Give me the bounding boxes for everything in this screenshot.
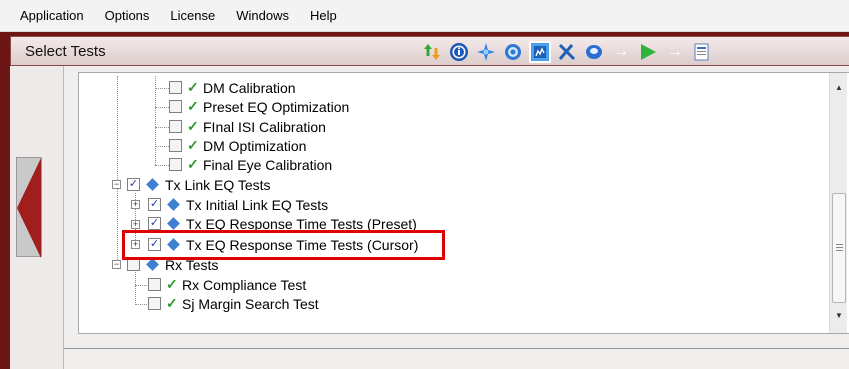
tree-line <box>135 285 147 286</box>
tree-item-rx-compliance[interactable]: ✓ Rx Compliance Test <box>148 275 306 294</box>
checkbox[interactable] <box>148 278 161 291</box>
crosshair-icon[interactable] <box>475 41 497 63</box>
menu-license[interactable]: License <box>170 8 215 23</box>
back-button[interactable] <box>16 157 42 258</box>
tree-item-label: DM Calibration <box>203 79 296 96</box>
diamond-icon <box>167 198 180 211</box>
check-icon: ✓ <box>166 295 178 311</box>
divider <box>64 348 849 349</box>
checkbox[interactable] <box>169 81 182 94</box>
tree-item-final-eye-calibration[interactable]: ✓ Final Eye Calibration <box>169 155 332 174</box>
tree-item-dm-calibration[interactable]: ✓ DM Calibration <box>169 78 296 97</box>
tree-line <box>117 188 118 264</box>
back-arrow-icon <box>17 158 41 258</box>
disc-icon[interactable] <box>583 41 605 63</box>
tree-item-label: Rx Compliance Test <box>182 276 307 293</box>
check-icon: ✓ <box>166 276 178 292</box>
checkbox[interactable] <box>169 100 182 113</box>
tree-item-tx-link-eq-tests[interactable]: ✓ Tx Link EQ Tests <box>127 175 271 194</box>
vertical-scrollbar[interactable]: ▲ ▼ <box>829 73 847 333</box>
gear-icon[interactable] <box>502 41 524 63</box>
tree-item-label: Sj Margin Search Test <box>182 295 319 312</box>
tree-item-tx-initial-link-eq[interactable]: ✓ Tx Initial Link EQ Tests <box>148 195 328 214</box>
run-icon[interactable] <box>637 41 659 63</box>
tree-line <box>135 304 147 305</box>
tree-item-preset-eq-optimization[interactable]: ✓ Preset EQ Optimization <box>169 97 349 116</box>
checkbox[interactable] <box>169 120 182 133</box>
grip-icon <box>836 244 843 251</box>
checkbox[interactable] <box>169 139 182 152</box>
scroll-thumb[interactable] <box>832 193 846 303</box>
check-icon: ✓ <box>187 79 199 95</box>
menu-options[interactable]: Options <box>105 8 150 23</box>
collapse-toggle[interactable]: − <box>112 260 121 269</box>
tree-item-final-isi-calibration[interactable]: ✓ FInal ISI Calibration <box>169 117 326 136</box>
menu-bar: Application Options License Windows Help <box>0 0 849 32</box>
check-icon: ✓ <box>187 118 199 134</box>
panel-title: Select Tests <box>25 43 106 60</box>
tree-line <box>155 127 169 128</box>
scroll-up-arrow-icon[interactable]: ▲ <box>830 79 848 95</box>
tree-line <box>155 146 169 147</box>
results-icon[interactable] <box>529 41 551 63</box>
tree-item-label: DM Optimization <box>203 137 307 154</box>
arrow-right-icon: → <box>613 43 629 60</box>
check-icon: ✓ <box>187 98 199 114</box>
info-icon[interactable] <box>448 41 470 63</box>
tree-line <box>155 88 169 89</box>
checkbox[interactable]: ✓ <box>148 217 161 230</box>
checkbox[interactable] <box>169 158 182 171</box>
tree-line <box>155 76 156 165</box>
checkbox[interactable]: ✓ <box>148 198 161 211</box>
panel-header: Select Tests → → <box>10 36 849 66</box>
toolbar: → → <box>421 39 718 65</box>
expand-toggle[interactable]: + <box>131 200 140 209</box>
menu-help[interactable]: Help <box>310 8 337 23</box>
check-icon: ✓ <box>187 137 199 153</box>
checkbox[interactable] <box>148 297 161 310</box>
tree-line <box>155 107 169 108</box>
tree-item-label: Final Eye Calibration <box>203 156 333 173</box>
tree-item-label: Preset EQ Optimization <box>203 98 350 115</box>
expand-toggle[interactable]: + <box>131 220 140 229</box>
tree-item-sj-margin[interactable]: ✓ Sj Margin Search Test <box>148 294 319 313</box>
diamond-icon <box>146 258 159 271</box>
highlight-box <box>122 230 445 260</box>
tree-item-label: Tx Link EQ Tests <box>165 176 271 193</box>
sort-arrows-icon[interactable] <box>421 41 443 63</box>
diamond-icon <box>167 217 180 230</box>
tree-item-label: FInal ISI Calibration <box>203 118 326 135</box>
collapse-toggle[interactable]: − <box>112 180 121 189</box>
tools-icon[interactable] <box>556 41 578 63</box>
checkbox[interactable]: ✓ <box>127 178 140 191</box>
arrow-right-icon: → <box>667 43 683 60</box>
menu-windows[interactable]: Windows <box>236 8 289 23</box>
check-icon: ✓ <box>187 156 199 172</box>
tree-item-label: Tx Initial Link EQ Tests <box>186 196 329 213</box>
tree-line <box>155 165 169 166</box>
tree-line <box>117 76 118 188</box>
menu-application[interactable]: Application <box>20 8 84 23</box>
tree-item-dm-optimization[interactable]: ✓ DM Optimization <box>169 136 306 155</box>
diamond-icon <box>146 178 159 191</box>
scroll-down-arrow-icon[interactable]: ▼ <box>830 307 848 323</box>
report-icon[interactable] <box>691 41 713 63</box>
